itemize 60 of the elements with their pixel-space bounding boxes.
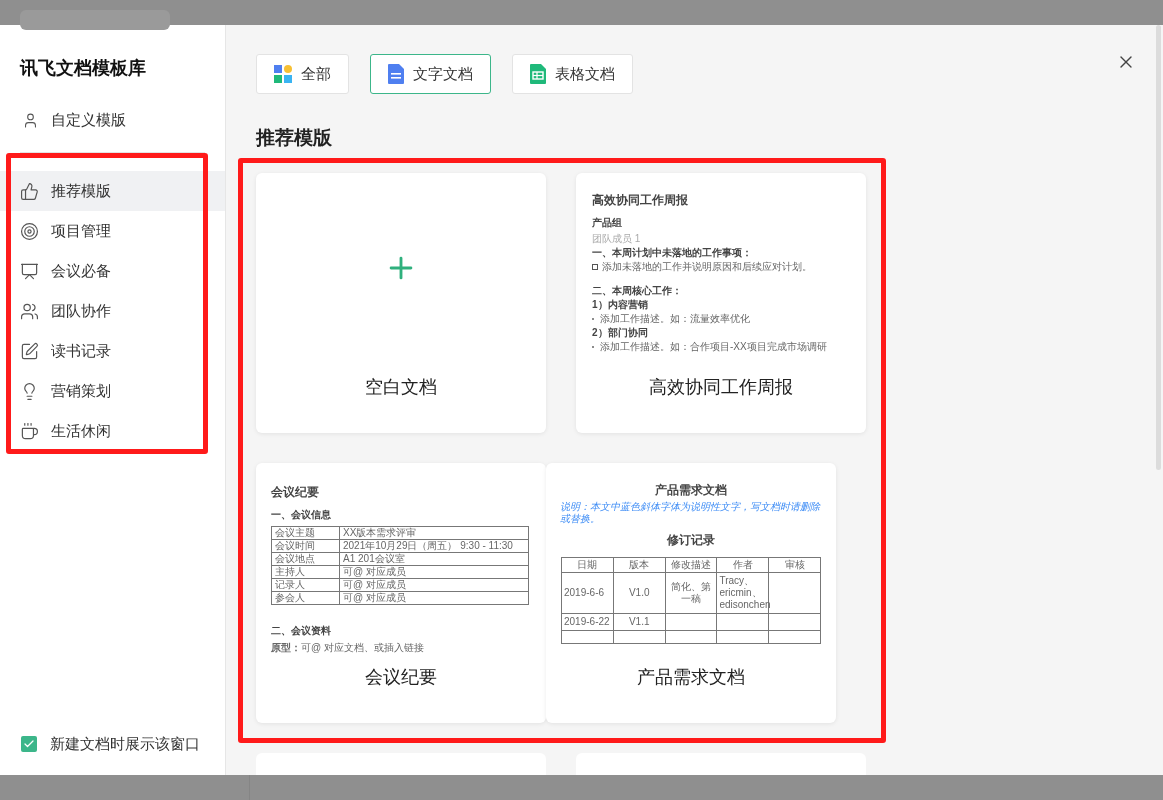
category-item[interactable]: 推荐模版 — [0, 171, 225, 211]
table-cell: 可@ 对应成员 — [339, 591, 529, 605]
table-header-cell: 版本 — [613, 557, 666, 573]
checkbox-label: 新建文档时展示该窗口 — [50, 733, 200, 754]
table-cell: XX版本需求评审 — [339, 526, 529, 540]
template-card[interactable]: 高效协同工作周报 产品组 团队成员 1 一、本周计划中未落地的工作事项： 添加未落地的工作并说明原因和后续应对计划。 二、本周核心工作： 1）内容营销 添加工作描述。如：流量效率优化 2）部门协同 添加工作描述。如：合作项目-XX项目完成市场调研 高效协同工作周报 — [576, 173, 866, 433]
table-cell: 会议主题 — [271, 526, 340, 540]
template-name: 产品需求文档 — [636, 666, 746, 689]
category-item[interactable]: 读书记录 — [0, 331, 225, 371]
section-title: 推荐模版 — [256, 126, 333, 150]
preview-text: 添加工作描述。如：流量效率优化 — [600, 312, 750, 326]
sidebar-title: 讯飞文档模板库 — [20, 57, 147, 80]
preview-title: 高效协同工作周报 — [592, 192, 689, 209]
preview-heading: 一、会议信息 — [271, 508, 332, 522]
preview-text: 团队成员 1 — [592, 232, 642, 246]
template-name: 空白文档 — [364, 376, 438, 399]
table-cell: 可@ 对应成员 — [339, 565, 529, 579]
table-cell: 可@ 对应成员 — [339, 578, 529, 592]
preview-note: 说明：本文中蓝色斜体字体为说明性文字，写文档时请删除或替换。 — [560, 501, 822, 525]
table-cell: 简化、第一稿 — [665, 572, 717, 614]
table-header-cell: 审核 — [768, 557, 821, 573]
filter-tab[interactable]: 全部 — [256, 54, 349, 94]
table-cell: V1.0 — [613, 572, 666, 614]
table-cell: 2019-6-6 — [561, 572, 614, 614]
preview-heading: 2）部门协同 — [592, 326, 649, 340]
table-header-cell: 作者 — [716, 557, 769, 573]
preview-text: 原型：可@ 对应文档、或插入链接 — [271, 641, 425, 655]
preview-heading: 二、本周核心工作： — [592, 284, 683, 298]
preview-heading: 1）内容营销 — [592, 298, 649, 312]
table-cell: V1.1 — [613, 613, 666, 631]
category-item[interactable]: 生活休闲 — [0, 411, 225, 451]
preview-text: 添加未落地的工作并说明原因和后续应对计划。 — [602, 260, 812, 274]
template-name: 高效协同工作周报 — [648, 376, 794, 399]
preview-subtitle: 修订记录 — [667, 532, 715, 549]
table-cell: 会议时间 — [271, 539, 340, 553]
preview-heading: 二、会议资料 — [271, 624, 332, 638]
preview-title: 产品需求文档 — [655, 482, 727, 499]
preview-heading: 一、本周计划中未落地的工作事项： — [592, 246, 753, 260]
sidebar-item[interactable]: 自定义模版 — [0, 100, 225, 140]
filter-tab[interactable]: 表格文档 — [512, 54, 633, 94]
table-cell: 参会人 — [271, 591, 340, 605]
preview-title: 会议纪要 — [271, 484, 320, 501]
category-item[interactable]: 团队协作 — [0, 291, 225, 331]
table-cell: A1 201会议室 — [339, 552, 529, 566]
preview-text: 添加工作描述。如：合作项目-XX项目完成市场调研 — [600, 340, 827, 354]
template-name: 会议纪要 — [364, 666, 438, 689]
table-cell: 2021年10月29日（周五） 9:30 - 11:30 — [339, 539, 529, 553]
filter-tab[interactable]: 文字文档 — [370, 54, 491, 94]
preview-heading: 产品组 — [592, 216, 623, 230]
table-cell: 2019-6-22 — [561, 613, 614, 631]
template-card[interactable]: 会议纪要 一、会议信息 会议主题 XX版本需求评审 会议时间 2021年10月29日（周五） 9:30 - 11:30 会议地点 A1 201会议室 主持人 可@ 对应成员 记录人 可@ 对应成员 参会人 可@ 对应成员 二、会议资料 原型：可@ 对应文档、或插入链接 会议纪要 — [256, 463, 546, 723]
category-item[interactable]: 项目管理 — [0, 211, 225, 251]
category-item[interactable]: 会议必备 — [0, 251, 225, 291]
table-cell: 记录人 — [271, 578, 340, 592]
table-header-cell: 修改描述 — [665, 557, 717, 573]
table-header-cell: 日期 — [561, 557, 614, 573]
table-cell: 会议地点 — [271, 552, 340, 566]
category-item[interactable]: 营销策划 — [0, 371, 225, 411]
template-card[interactable]: 空白文档 — [256, 173, 546, 433]
table-cell: 主持人 — [271, 565, 340, 579]
